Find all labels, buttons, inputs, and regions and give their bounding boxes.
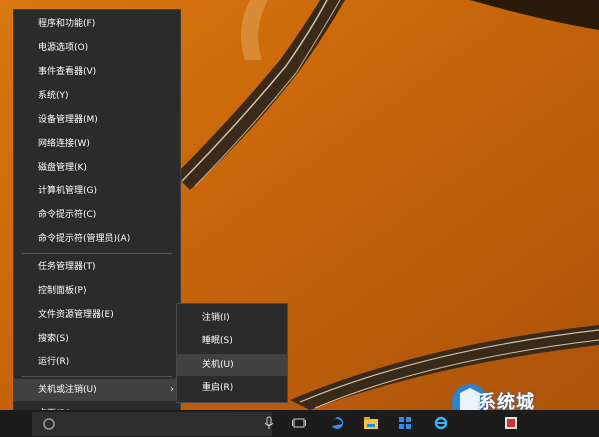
menu-item-system[interactable]: 系统(Y) (14, 85, 180, 107)
search-circle-icon (43, 418, 55, 430)
winx-context-menu: 程序和功能(F) 电源选项(O) 事件查看器(V) 系统(Y) 设备管理器(M)… (13, 9, 181, 427)
task-view-icon[interactable] (288, 412, 310, 434)
menu-item-run[interactable]: 运行(R) (14, 351, 180, 373)
microphone-icon[interactable] (258, 412, 280, 434)
internet-explorer-icon[interactable] (430, 412, 452, 434)
submenu-item-sign-out[interactable]: 注销(I) (177, 307, 287, 329)
shutdown-submenu: 注销(I) 睡眠(S) 关机(U) 重启(R) (176, 303, 288, 403)
edge-icon[interactable] (326, 412, 348, 434)
submenu-item-restart[interactable]: 重启(R) (177, 377, 287, 399)
menu-item-network-connections[interactable]: 网络连接(W) (14, 133, 180, 155)
menu-item-control-panel[interactable]: 控制面板(P) (14, 280, 180, 302)
menu-item-command-prompt[interactable]: 命令提示符(C) (14, 204, 180, 226)
menu-item-label: 关机或注销(U) (38, 385, 97, 395)
menu-item-command-prompt-admin[interactable]: 命令提示符(管理员)(A) (14, 228, 180, 250)
menu-item-event-viewer[interactable]: 事件查看器(V) (14, 61, 180, 83)
app-icon[interactable] (500, 412, 522, 434)
menu-item-task-manager[interactable]: 任务管理器(T) (14, 256, 180, 278)
menu-item-computer-management[interactable]: 计算机管理(G) (14, 180, 180, 202)
menu-separator (22, 376, 172, 377)
taskbar-search-box[interactable] (32, 412, 272, 436)
menu-item-programs-and-features[interactable]: 程序和功能(F) (14, 13, 180, 35)
chevron-right-icon: › (170, 384, 174, 395)
submenu-item-sleep[interactable]: 睡眠(S) (177, 330, 287, 352)
file-explorer-icon[interactable] (360, 412, 382, 434)
watermark-logo-text: 系统城 (478, 392, 535, 413)
menu-item-power-options[interactable]: 电源选项(O) (14, 37, 180, 59)
menu-item-file-explorer[interactable]: 文件资源管理器(E) (14, 304, 180, 326)
menu-item-search[interactable]: 搜索(S) (14, 328, 180, 350)
menu-separator (22, 253, 172, 254)
menu-item-device-manager[interactable]: 设备管理器(M) (14, 109, 180, 131)
store-icon[interactable] (394, 412, 416, 434)
menu-item-shutdown-or-signout[interactable]: 关机或注销(U) › (14, 379, 180, 401)
menu-item-disk-management[interactable]: 磁盘管理(K) (14, 157, 180, 179)
submenu-item-shut-down[interactable]: 关机(U) (177, 354, 287, 376)
